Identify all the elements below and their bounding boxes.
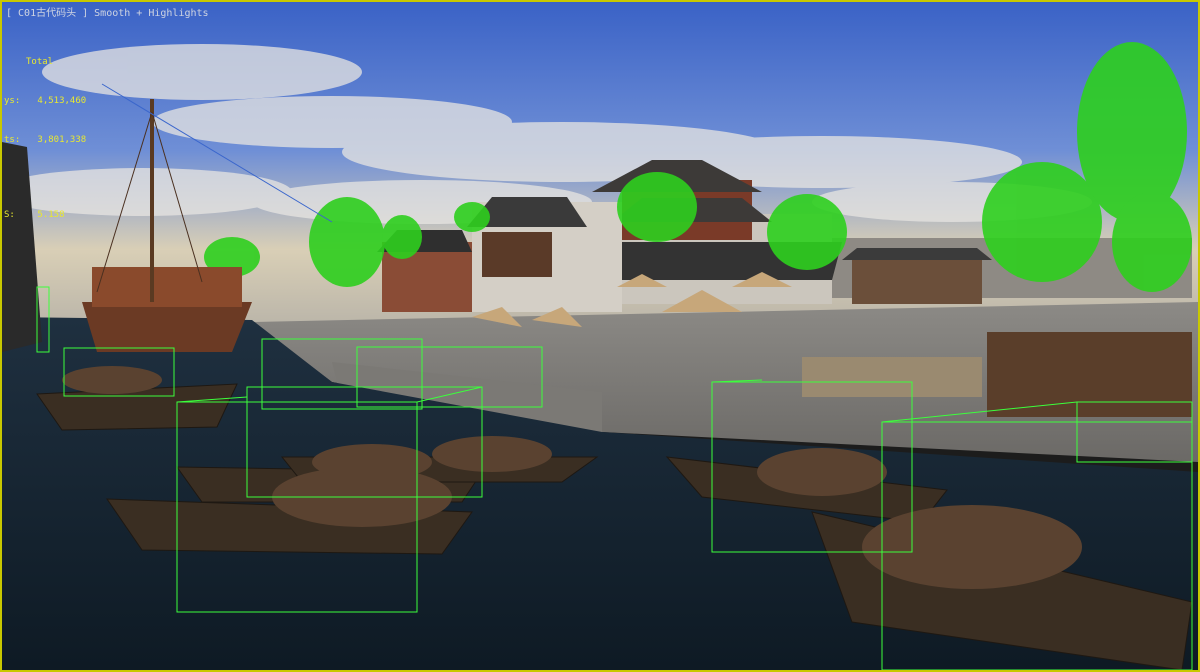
crate-stack (802, 357, 982, 397)
stats-spacer (4, 173, 86, 183)
stats-header: Total (26, 57, 54, 67)
rendered-scene[interactable] (2, 2, 1198, 670)
fps-label: S: (4, 210, 15, 220)
polys-row: ys: 4,513,460 (4, 95, 86, 108)
verts-label: ts: (4, 135, 21, 145)
viewport-frame[interactable]: [ C01古代码头 ] Smooth + Highlights Total ys… (0, 0, 1200, 672)
statistics-overlay: Total ys: 4,513,460 ts: 3,801,338 S: 5.1… (4, 30, 86, 248)
verts-row: ts: 3,801,338 (4, 134, 86, 147)
warehouse (987, 332, 1192, 417)
polys-label: ys: (4, 96, 21, 106)
viewport-title: [ C01古代码头 ] Smooth + Highlights (6, 8, 209, 19)
polys-value: 4,513,460 (37, 96, 87, 106)
verts-value: 3,801,338 (37, 135, 87, 145)
fps-value: 5.158 (37, 210, 65, 220)
fps-row: S: 5.158 (4, 209, 86, 222)
